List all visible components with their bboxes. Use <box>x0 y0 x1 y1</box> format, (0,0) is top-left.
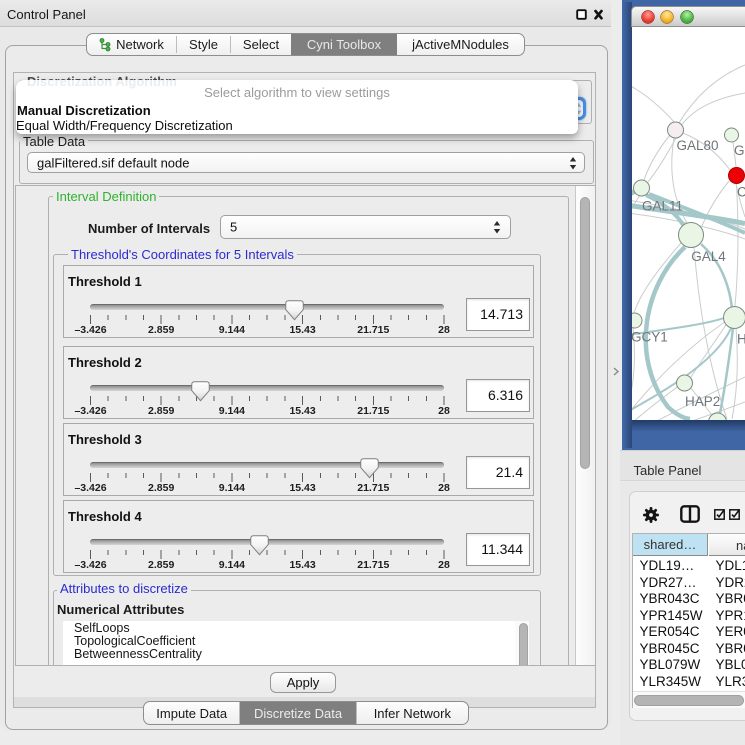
svg-text:HAP2: HAP2 <box>685 394 720 409</box>
svg-text:C: C <box>737 185 745 200</box>
svg-text:G: G <box>734 143 745 158</box>
svg-text:H: H <box>737 332 745 347</box>
svg-text:GAL4: GAL4 <box>691 249 726 264</box>
svg-text:GAL80: GAL80 <box>677 138 719 153</box>
svg-text:GAL11: GAL11 <box>642 199 683 214</box>
svg-text:GCY1: GCY1 <box>632 330 668 345</box>
